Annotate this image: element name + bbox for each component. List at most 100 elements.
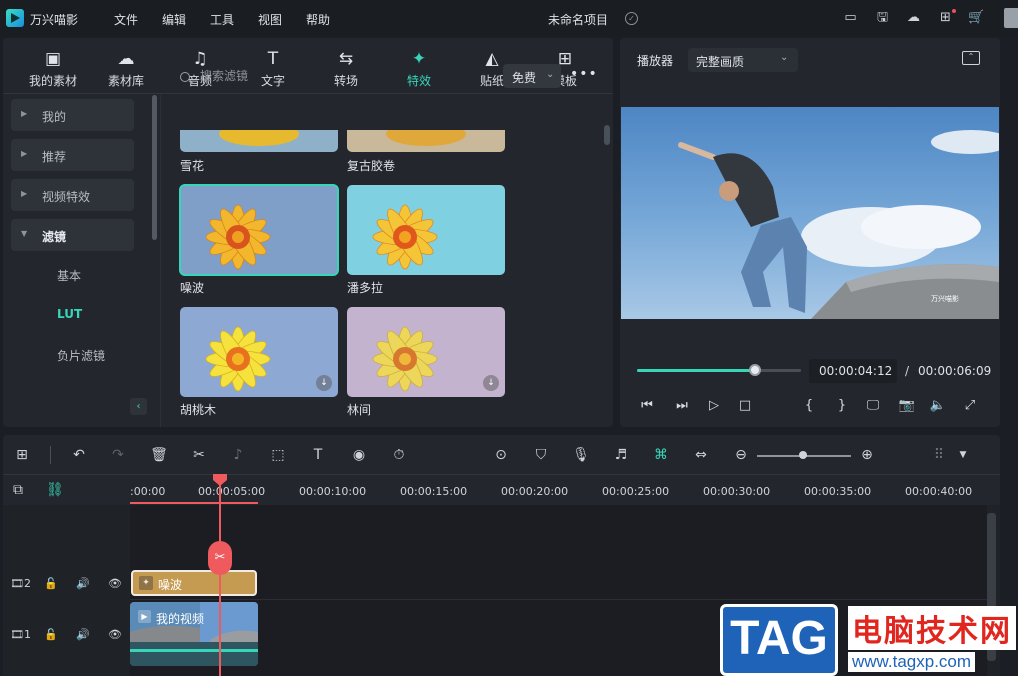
save-icon[interactable]: 🖫: [874, 10, 891, 25]
eye-icon[interactable]: 👁: [108, 628, 122, 641]
mute-icon[interactable]: 🔊: [76, 577, 90, 590]
undo-icon[interactable]: ↶: [70, 446, 88, 464]
price-filter-dropdown[interactable]: 免费 ⌄: [503, 64, 561, 88]
sidebar-item-filters[interactable]: ▼ 滤镜: [11, 219, 134, 251]
zoom-in-icon[interactable]: ⊕: [858, 446, 876, 464]
clip-label: 噪波: [158, 578, 183, 592]
video-preview[interactable]: 万兴喵影: [621, 107, 999, 319]
eye-icon[interactable]: 👁: [108, 577, 122, 590]
crop-icon[interactable]: ⬚: [269, 446, 287, 464]
menu-edit[interactable]: 编辑: [162, 11, 186, 28]
apps-icon[interactable]: ⊞: [937, 10, 954, 25]
snapshot-image-icon[interactable]: ⌃: [962, 51, 980, 65]
next-frame-icon[interactable]: ⏭: [673, 398, 691, 413]
effect-thumb-walnut[interactable]: ↓: [180, 307, 338, 397]
mark-out-icon[interactable]: }: [833, 398, 851, 413]
fit-width-icon[interactable]: ⇔: [692, 446, 710, 464]
more-options-icon[interactable]: •••: [570, 66, 598, 82]
playback-progress-fill: [637, 369, 756, 372]
playhead[interactable]: [219, 476, 221, 676]
marker-icon[interactable]: ⛉: [532, 446, 550, 464]
app-name: 万兴喵影: [30, 13, 79, 27]
playback-progress-track[interactable]: [637, 369, 801, 372]
tab-my-materials[interactable]: ▣ 我的素材: [18, 48, 88, 89]
track-settings-icon[interactable]: ⠿: [930, 446, 948, 464]
stop-icon[interactable]: □: [736, 398, 754, 413]
zoom-out-icon[interactable]: ⊖: [732, 446, 750, 464]
grid-scrollbar[interactable]: [604, 125, 610, 145]
volume-icon[interactable]: 🔈: [929, 398, 947, 413]
effect-thumb-snow[interactable]: [180, 130, 338, 152]
delete-icon[interactable]: 🗑: [150, 446, 168, 464]
snap-link-icon[interactable]: ⌘: [652, 446, 670, 464]
effect-thumb-noise[interactable]: [179, 184, 339, 276]
microphone-icon[interactable]: 🎙: [572, 446, 590, 464]
effect-clip[interactable]: ✦ 噪波: [131, 570, 257, 596]
tab-library[interactable]: ☁ 素材库: [91, 48, 161, 89]
collapse-sidebar-button[interactable]: ‹: [130, 398, 147, 415]
cart-icon[interactable]: 🛒: [968, 10, 985, 25]
mark-in-icon[interactable]: {: [800, 398, 818, 413]
timer-icon[interactable]: ⏱: [390, 446, 408, 464]
dropdown-value: 免费: [512, 71, 537, 85]
layout-grid-icon[interactable]: ⊞: [13, 446, 31, 464]
notification-dot: [952, 9, 956, 13]
menu-help[interactable]: 帮助: [306, 11, 330, 28]
effect-thumb-forest[interactable]: ↓: [347, 307, 505, 397]
prev-frame-icon[interactable]: ⏮: [638, 398, 656, 413]
player-label: 播放器: [637, 54, 674, 68]
menu-tools[interactable]: 工具: [210, 11, 234, 28]
music-list-icon[interactable]: ♬: [612, 446, 630, 464]
window-scrollbar[interactable]: [1004, 8, 1018, 28]
sidebar-item-video-effects[interactable]: ▶ 视频特效: [11, 179, 134, 211]
text-tool-icon[interactable]: T: [309, 446, 327, 464]
cloud-upload-icon[interactable]: ☁: [905, 10, 922, 25]
sidebar-item-mine[interactable]: ▶ 我的: [11, 99, 134, 131]
search-icon: [180, 72, 190, 82]
lock-icon[interactable]: 🔓: [44, 577, 58, 590]
playback-progress-handle[interactable]: [749, 364, 762, 376]
cut-icon[interactable]: ✂: [190, 446, 208, 464]
play-icon[interactable]: ▷: [705, 398, 723, 413]
menu-view[interactable]: 视图: [258, 11, 282, 28]
flower-image: [180, 185, 338, 275]
site-title: 电脑技术网: [848, 606, 1016, 650]
time-separator: /: [905, 364, 910, 378]
effect-thumb-retro-film[interactable]: [347, 130, 505, 152]
sidebar-item-label: 推荐: [42, 150, 67, 164]
chevron-down-icon[interactable]: ▼: [954, 446, 972, 464]
sidebar-scrollbar[interactable]: [152, 95, 157, 240]
sidebar-item-recommend[interactable]: ▶ 推荐: [11, 139, 134, 171]
render-icon[interactable]: ⊙: [492, 446, 510, 464]
lock-icon[interactable]: 🔓: [44, 628, 58, 641]
sidebar-sub-basic[interactable]: 基本: [57, 267, 81, 284]
toolbar-divider: [50, 446, 51, 464]
zoom-slider-handle[interactable]: [799, 451, 807, 459]
download-icon[interactable]: ↓: [483, 375, 499, 391]
download-icon[interactable]: ↓: [316, 375, 332, 391]
effect-thumb-pandora[interactable]: [347, 185, 505, 275]
site-url: www.tagxp.com: [848, 652, 976, 672]
menu-file[interactable]: 文件: [114, 11, 138, 28]
work-area-range[interactable]: [130, 502, 258, 504]
sidebar-sub-negative[interactable]: 负片滤镜: [57, 347, 105, 364]
add-track-icon[interactable]: ⧉: [13, 482, 23, 498]
cloud-library-icon: ☁: [117, 49, 135, 69]
audio-wave-icon[interactable]: ◉: [350, 446, 368, 464]
current-time-box[interactable]: 00:00:04:12: [809, 359, 897, 383]
quality-dropdown[interactable]: 完整画质 ⌄: [688, 48, 798, 72]
layout-icon[interactable]: ▭: [842, 10, 859, 25]
fullscreen-icon[interactable]: ⤢: [961, 398, 979, 413]
video-clip[interactable]: ▶ 我的视频: [130, 602, 258, 666]
camera-snapshot-icon[interactable]: 📷: [898, 398, 916, 413]
sidebar-sub-lut[interactable]: LUT: [57, 307, 82, 321]
audio-detach-icon[interactable]: ♪: [229, 446, 247, 464]
mute-icon[interactable]: 🔊: [76, 628, 90, 641]
current-time: 00:00:04:12: [819, 364, 893, 378]
split-scissors-icon[interactable]: ✂: [208, 541, 232, 575]
link-icon[interactable]: ⛓: [46, 482, 64, 498]
render-preview-icon[interactable]: 🖵: [864, 398, 882, 413]
video-watermark: 万兴喵影: [931, 294, 959, 303]
redo-icon[interactable]: ↷: [109, 446, 127, 464]
search-input[interactable]: [200, 66, 490, 86]
